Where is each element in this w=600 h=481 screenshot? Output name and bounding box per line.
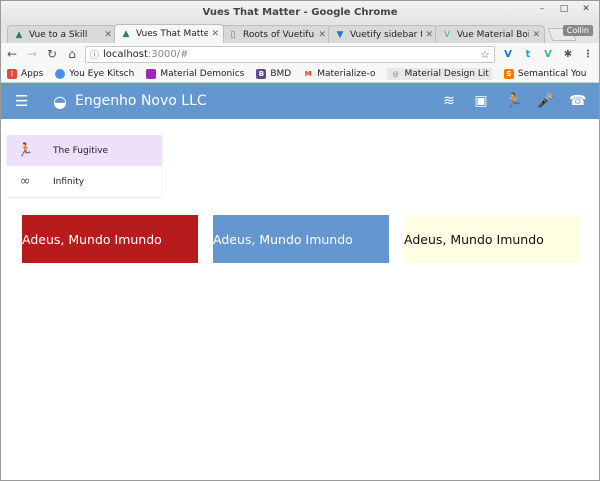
bookmark-label: You Eye Kitsch: [69, 68, 135, 79]
tab-close-icon[interactable]: ✕: [318, 30, 326, 40]
puzzle-extension-icon[interactable]: ✱: [561, 47, 575, 61]
vuetify-extension-icon[interactable]: V: [501, 47, 515, 61]
page-icon: ▯: [230, 29, 236, 40]
globe-icon: ◎: [392, 69, 399, 78]
close-window-button[interactable]: ✕: [581, 4, 591, 14]
address-bar[interactable]: ⓘ localhost :3000/# ☆: [85, 45, 495, 63]
bookmark-label: Semantical You: [517, 68, 587, 79]
card-row: Adeus, Mundo Imundo Adeus, Mundo Imundo …: [22, 215, 580, 263]
tab-vue-material-boil[interactable]: V Vue Material Boil ✕: [435, 25, 545, 43]
profile-badge[interactable]: Collin: [562, 25, 593, 36]
home-icon[interactable]: ⌂: [65, 47, 79, 61]
circle-icon: [55, 68, 66, 79]
bookmark-label: Material Demonics: [160, 68, 245, 79]
tab-label: Vues That Matter: [136, 29, 209, 39]
nav-item-label: Infinity: [53, 176, 85, 187]
maximize-button[interactable]: □: [559, 4, 569, 14]
nav-item-the-fugitive[interactable]: 🏃 The Fugitive: [7, 135, 162, 166]
bookmark-apps[interactable]: ⋮ Apps: [7, 68, 44, 79]
reload-icon[interactable]: ↻: [45, 47, 59, 61]
tab-close-icon[interactable]: ✕: [104, 30, 112, 40]
tab-close-icon[interactable]: ✕: [425, 30, 433, 40]
card-yellow: Adeus, Mundo Imundo: [404, 215, 580, 263]
url-host: localhost: [103, 48, 148, 60]
hamburger-menu-icon[interactable]: ☰: [15, 92, 31, 110]
bookmarks-bar: ⋮ Apps You Eye Kitsch Material Demonics …: [1, 65, 599, 83]
forward-arrow-icon[interactable]: →: [25, 47, 39, 61]
tab-label: Vuetify sidebar tу: [350, 29, 423, 40]
info-icon[interactable]: ⓘ: [90, 48, 99, 61]
twitter-extension-icon[interactable]: t: [521, 47, 535, 61]
tab-close-icon[interactable]: ✕: [211, 29, 219, 39]
b-icon: B: [256, 68, 267, 79]
vuetify-icon: ▲: [122, 29, 130, 39]
bookmark-you-eye-kitsch[interactable]: You Eye Kitsch: [55, 68, 135, 79]
tab-label: Roots of Vuetifu: [243, 29, 315, 40]
nav-item-infinity[interactable]: ∞ Infinity: [7, 166, 162, 197]
browser-window: Vues That Matter - Google Chrome – □ ✕ ▲…: [0, 0, 600, 481]
back-arrow-icon[interactable]: ←: [5, 47, 19, 61]
bookmark-materialize[interactable]: M Materialize-o: [303, 68, 376, 79]
tab-vuetify-sidebar[interactable]: ▼ Vuetify sidebar tу ✕: [328, 25, 438, 43]
card-red: Adeus, Mundo Imundo: [22, 215, 198, 263]
bookmark-bmd[interactable]: B BMD: [256, 68, 292, 79]
vuetify-blue-icon: ▼: [336, 29, 344, 40]
bookmark-label: Material Design Lit: [404, 68, 489, 79]
tab-label: Vue to a Skill: [29, 29, 88, 40]
bookmark-material-design-lite[interactable]: ◎ Material Design Lit: [387, 67, 492, 80]
window-controls: – □ ✕: [537, 4, 591, 14]
bookmark-material-demonics[interactable]: Material Demonics: [146, 68, 245, 79]
m-icon: M: [304, 69, 312, 78]
infinity-icon: ∞: [19, 174, 31, 189]
url-path: :3000/#: [147, 48, 189, 60]
menu-dots-icon[interactable]: ⋮: [581, 47, 595, 61]
toolbar-actions: ≋ ▣ 🏃 🎤 ☎: [441, 93, 586, 109]
tab-strip: ▲ Vue to a Skill ✕ ▲ Vues That Matter ✕ …: [1, 23, 599, 43]
app-toolbar: ☰ ◒ Engenho Novo LLC ≋ ▣ 🏃 🎤 ☎: [1, 83, 599, 119]
main-content: 🏃 The Fugitive ∞ Infinity Adeus, Mundo I…: [1, 119, 599, 459]
window-title: Vues That Matter - Google Chrome: [202, 6, 398, 18]
bookmark-label: Apps: [21, 68, 44, 79]
satellite-dish-icon: ◒: [53, 91, 67, 111]
bookmark-label: Materialize-o: [317, 68, 376, 79]
apps-icon: ⋮: [7, 68, 17, 79]
vuetify-icon: ▲: [15, 29, 23, 40]
bookmark-star-icon[interactable]: ☆: [480, 48, 490, 61]
tab-vues-that-matter[interactable]: ▲ Vues That Matter ✕: [114, 24, 224, 43]
tab-roots-of-vuetify[interactable]: ▯ Roots of Vuetifu ✕: [221, 25, 331, 43]
app-brand-title: Engenho Novo LLC: [74, 93, 207, 109]
card-blue: Adeus, Mundo Imundo: [213, 215, 389, 263]
bookmark-label: BMD: [270, 68, 292, 79]
nav-item-label: The Fugitive: [53, 145, 109, 156]
tab-label: Vue Material Boil: [457, 29, 530, 40]
s-icon: S: [503, 68, 514, 79]
run-icon: 🏃: [17, 143, 34, 158]
side-navigation: 🏃 The Fugitive ∞ Infinity: [7, 135, 162, 197]
title-bar: Vues That Matter - Google Chrome – □ ✕: [1, 1, 599, 23]
microphone-icon[interactable]: 🎤: [537, 93, 554, 109]
square-icon: [146, 68, 157, 79]
tab-vue-to-a-skill[interactable]: ▲ Vue to a Skill ✕: [7, 25, 117, 43]
browser-toolbar: ← → ↻ ⌂ ⓘ localhost :3000/# ☆ V t V ✱ ⋮: [1, 43, 599, 65]
book-icon[interactable]: ▣: [473, 93, 489, 109]
swimmer-icon[interactable]: ≋: [441, 93, 457, 109]
vue-icon: V: [443, 29, 451, 40]
run-icon[interactable]: 🏃: [505, 93, 522, 109]
tab-close-icon[interactable]: ✕: [532, 30, 540, 40]
bookmark-semantical-you[interactable]: S Semantical You: [503, 68, 587, 79]
phone-hangup-icon[interactable]: ☎: [569, 93, 586, 109]
minimize-button[interactable]: –: [537, 4, 547, 14]
vue-devtools-extension-icon[interactable]: V: [541, 47, 555, 61]
